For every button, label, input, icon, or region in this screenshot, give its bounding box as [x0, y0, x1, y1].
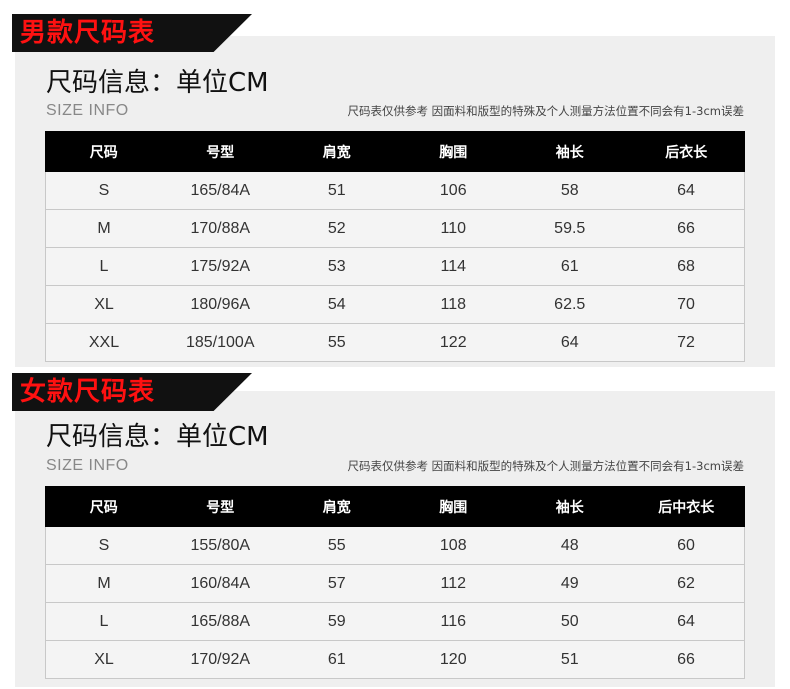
men-column-header: 袖长 — [511, 131, 629, 172]
men-table-row: S 165/84A 51 106 58 64 — [45, 171, 745, 210]
men-column-header: 胸围 — [394, 131, 512, 172]
men-table-cell: 180/96A — [162, 285, 279, 324]
women-table-cell: XL — [45, 640, 162, 679]
women-size-note: 尺码表仅供参考 因面料和版型的特殊及个人测量方法位置不同会有1-3cm误差 — [347, 459, 744, 473]
men-table-cell: 51 — [278, 171, 395, 210]
men-table-cell: 114 — [395, 247, 512, 286]
women-table-cell: 108 — [395, 526, 512, 565]
women-table-row: XL 170/92A 61 120 51 66 — [45, 640, 745, 679]
men-header-row: 尺码 号型 肩宽 胸围 袖长 后衣长 — [45, 131, 745, 172]
women-table-cell: 60 — [628, 526, 745, 565]
women-table-cell: 170/92A — [162, 640, 279, 679]
men-table-cell: M — [45, 209, 162, 248]
women-table-cell: 49 — [511, 564, 628, 603]
men-table-cell: 61 — [511, 247, 628, 286]
men-table-cell: 106 — [395, 171, 512, 210]
women-table-cell: L — [45, 602, 162, 641]
men-table-cell: 68 — [628, 247, 745, 286]
women-table-cell: 155/80A — [162, 526, 279, 565]
men-table-cell: L — [45, 247, 162, 286]
women-column-header: 肩宽 — [278, 486, 396, 527]
men-table-cell: 118 — [395, 285, 512, 324]
women-table-cell: 61 — [278, 640, 395, 679]
men-table-cell: 53 — [278, 247, 395, 286]
men-table-row: M 170/88A 52 110 59.5 66 — [45, 209, 745, 248]
women-column-header: 后中衣长 — [627, 486, 745, 527]
men-info-title: 尺码信息：单位CM — [46, 68, 269, 98]
men-info-subtitle: SIZE INFO — [46, 102, 129, 119]
men-table-cell: 64 — [628, 171, 745, 210]
men-banner-title: 男款尺码表 — [20, 18, 156, 48]
men-table-row: XL 180/96A 54 118 62.5 70 — [45, 285, 745, 324]
women-table-row: L 165/88A 59 116 50 64 — [45, 602, 745, 641]
men-table-cell: 54 — [278, 285, 395, 324]
women-column-header: 号型 — [161, 486, 279, 527]
men-table-cell: 72 — [628, 323, 745, 362]
women-table-cell: 165/88A — [162, 602, 279, 641]
women-table-cell: M — [45, 564, 162, 603]
men-table-cell: 165/84A — [162, 171, 279, 210]
women-size-banner: 女款尺码表 — [12, 373, 252, 411]
women-table-cell: 59 — [278, 602, 395, 641]
men-table-cell: XXL — [45, 323, 162, 362]
men-size-note: 尺码表仅供参考 因面料和版型的特殊及个人测量方法位置不同会有1-3cm误差 — [347, 104, 744, 118]
women-table-cell: 62 — [628, 564, 745, 603]
women-table-row: S 155/80A 55 108 48 60 — [45, 526, 745, 565]
men-column-header: 肩宽 — [278, 131, 396, 172]
women-table-cell: 57 — [278, 564, 395, 603]
women-table-row: M 160/84A 57 112 49 62 — [45, 564, 745, 603]
women-table-cell: 116 — [395, 602, 512, 641]
women-table-cell: 55 — [278, 526, 395, 565]
men-table-cell: 66 — [628, 209, 745, 248]
men-table-cell: XL — [45, 285, 162, 324]
men-table-cell: 122 — [395, 323, 512, 362]
women-column-header: 胸围 — [394, 486, 512, 527]
women-table-cell: 48 — [511, 526, 628, 565]
men-table-cell: 59.5 — [511, 209, 628, 248]
women-table-cell: 51 — [511, 640, 628, 679]
men-table-row: XXL 185/100A 55 122 64 72 — [45, 323, 745, 362]
women-table-cell: 66 — [628, 640, 745, 679]
men-table-row: L 175/92A 53 114 61 68 — [45, 247, 745, 286]
men-table-cell: 185/100A — [162, 323, 279, 362]
men-column-header: 后衣长 — [627, 131, 745, 172]
women-header-row: 尺码 号型 肩宽 胸围 袖长 后中衣长 — [45, 486, 745, 527]
women-table-cell: 112 — [395, 564, 512, 603]
men-table-cell: 175/92A — [162, 247, 279, 286]
men-size-table: 尺码 号型 肩宽 胸围 袖长 后衣长 S 165/84A 51 106 58 64 M 170/88A 5… — [45, 131, 745, 362]
women-column-header: 袖长 — [511, 486, 629, 527]
women-table-cell: 50 — [511, 602, 628, 641]
women-table-cell: 64 — [628, 602, 745, 641]
men-table-cell: 62.5 — [511, 285, 628, 324]
men-table-cell: 70 — [628, 285, 745, 324]
men-table-cell: 110 — [395, 209, 512, 248]
men-table-cell: S — [45, 171, 162, 210]
men-table-cell: 52 — [278, 209, 395, 248]
women-size-table: 尺码 号型 肩宽 胸围 袖长 后中衣长 S 155/80A 55 108 48 60 M 160/84A… — [45, 486, 745, 679]
women-banner-title: 女款尺码表 — [20, 377, 156, 407]
men-column-header: 号型 — [161, 131, 279, 172]
women-table-cell: S — [45, 526, 162, 565]
men-size-banner: 男款尺码表 — [12, 14, 252, 52]
men-table-cell: 55 — [278, 323, 395, 362]
men-table-cell: 58 — [511, 171, 628, 210]
women-info-title: 尺码信息：单位CM — [46, 422, 269, 452]
men-table-cell: 170/88A — [162, 209, 279, 248]
men-table-cell: 64 — [511, 323, 628, 362]
women-table-cell: 160/84A — [162, 564, 279, 603]
women-column-header: 尺码 — [45, 486, 163, 527]
women-info-subtitle: SIZE INFO — [46, 457, 129, 474]
men-column-header: 尺码 — [45, 131, 163, 172]
women-table-cell: 120 — [395, 640, 512, 679]
